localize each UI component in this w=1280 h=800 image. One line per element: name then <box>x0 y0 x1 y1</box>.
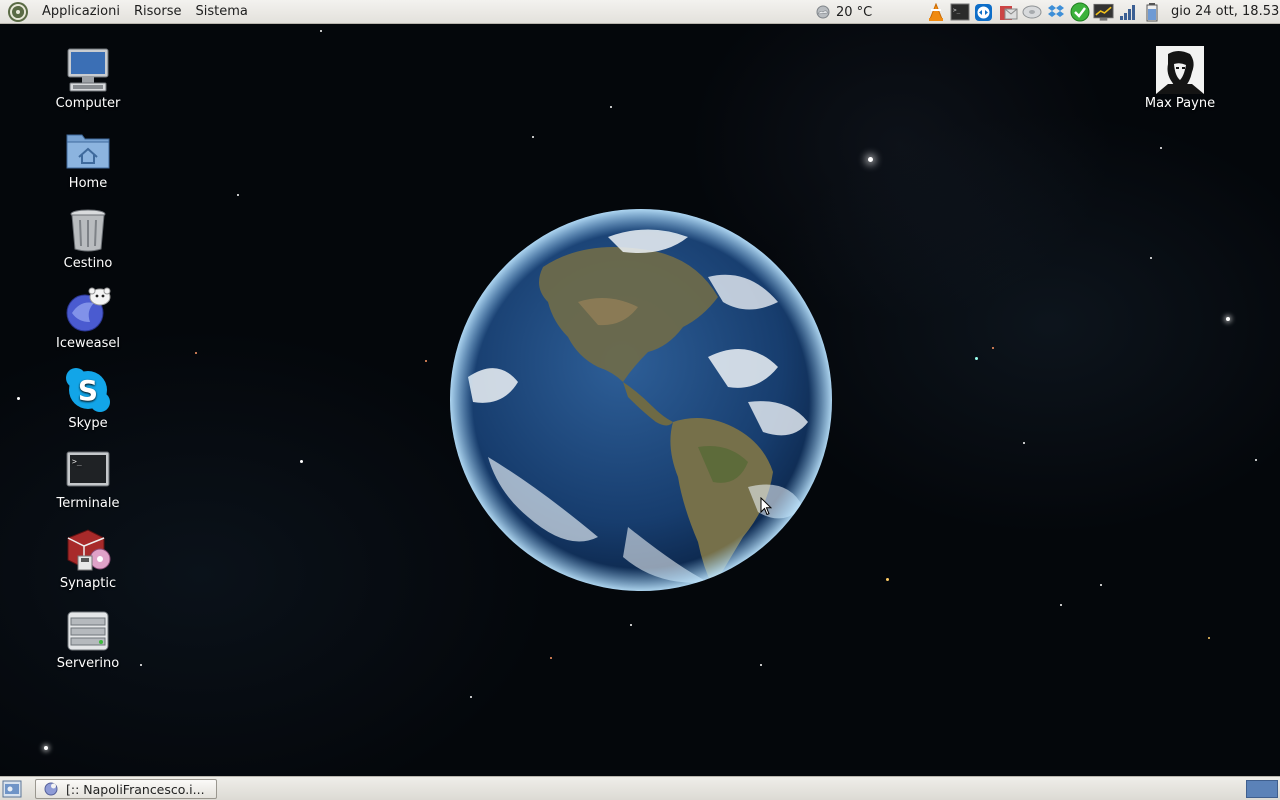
top-panel: Applicazioni Risorse Sistema 20 °C >_ gi… <box>0 0 1280 24</box>
desktop-icon-serverino[interactable]: Serverino <box>43 606 133 672</box>
network-signal-icon[interactable] <box>1117 2 1138 22</box>
iceweasel-icon <box>44 782 58 796</box>
mail-icon[interactable] <box>997 2 1018 22</box>
terminal-icon: >_ <box>66 451 110 487</box>
desktop-icon-home[interactable]: Home <box>43 126 133 192</box>
taskbar-item-label: [:: NapoliFrancesco.i... <box>66 781 205 797</box>
desktop-icon-label: Cestino <box>63 256 113 271</box>
weather-temperature: 20 °C <box>836 4 873 20</box>
terminal-icon[interactable]: >_ <box>949 2 970 22</box>
svg-text:>_: >_ <box>953 7 961 14</box>
disk-icon[interactable] <box>1021 2 1042 22</box>
desktop-icon-skype[interactable]: S Skype <box>43 366 133 432</box>
weather-applet[interactable]: 20 °C <box>815 0 872 24</box>
home-folder-icon <box>66 134 110 169</box>
vlc-icon[interactable] <box>925 2 946 22</box>
trash-icon <box>70 209 106 252</box>
taskbar-item-iceweasel[interactable]: [:: NapoliFrancesco.i... <box>35 779 217 799</box>
menu-applicazioni[interactable]: Applicazioni <box>35 0 127 24</box>
bottom-panel: [:: NapoliFrancesco.i... <box>0 776 1280 800</box>
update-check-icon[interactable] <box>1069 2 1090 22</box>
max-payne-icon <box>1156 46 1204 94</box>
menu-sistema[interactable]: Sistema <box>188 0 254 24</box>
weather-cloud-icon <box>816 5 830 19</box>
svg-text:>_: >_ <box>72 457 82 466</box>
teamviewer-icon[interactable] <box>973 2 994 22</box>
show-desktop-icon[interactable] <box>2 780 22 798</box>
menu-risorse[interactable]: Risorse <box>127 0 189 24</box>
system-tray: >_ <box>925 2 1162 22</box>
desktop-icon-terminale[interactable]: >_ Terminale <box>43 446 133 512</box>
desktop-icon-label: Synaptic <box>59 576 117 591</box>
clock[interactable]: gio 24 ott, 18.53 <box>1171 0 1279 24</box>
svg-text:S: S <box>78 374 98 407</box>
desktop-icon-label: Home <box>68 176 108 191</box>
earth-globe <box>450 209 832 591</box>
computer-icon <box>67 48 109 92</box>
desktop-icon-max-payne[interactable]: Max Payne <box>1135 46 1225 112</box>
mouse-cursor-icon <box>760 497 772 516</box>
skype-icon: S <box>66 368 110 412</box>
desktop-icon-label: Computer <box>55 96 121 111</box>
desktop-icon-label: Max Payne <box>1144 96 1216 111</box>
iceweasel-icon <box>66 287 111 332</box>
desktop-icon-computer[interactable]: Computer <box>43 46 133 112</box>
workspace-switcher[interactable] <box>1246 780 1278 798</box>
desktop-icon-label: Iceweasel <box>56 336 120 351</box>
desktop-icon-cestino[interactable]: Cestino <box>43 206 133 272</box>
desktop-icon-synaptic[interactable]: Synaptic <box>43 526 133 592</box>
synaptic-icon <box>67 529 111 571</box>
desktop[interactable]: Computer Home Cestino Iceweasel S Skype … <box>0 24 1280 776</box>
desktop-icon-label: Terminale <box>56 496 120 511</box>
battery-icon[interactable] <box>1141 2 1162 22</box>
monitor-icon[interactable] <box>1093 2 1114 22</box>
dropbox-icon[interactable] <box>1045 2 1066 22</box>
desktop-icon-iceweasel[interactable]: Iceweasel <box>43 286 133 352</box>
server-drive-icon <box>67 611 109 651</box>
desktop-icon-label: Serverino <box>56 656 120 671</box>
debian-menu-icon[interactable] <box>7 1 29 23</box>
desktop-icon-label: Skype <box>68 416 108 431</box>
